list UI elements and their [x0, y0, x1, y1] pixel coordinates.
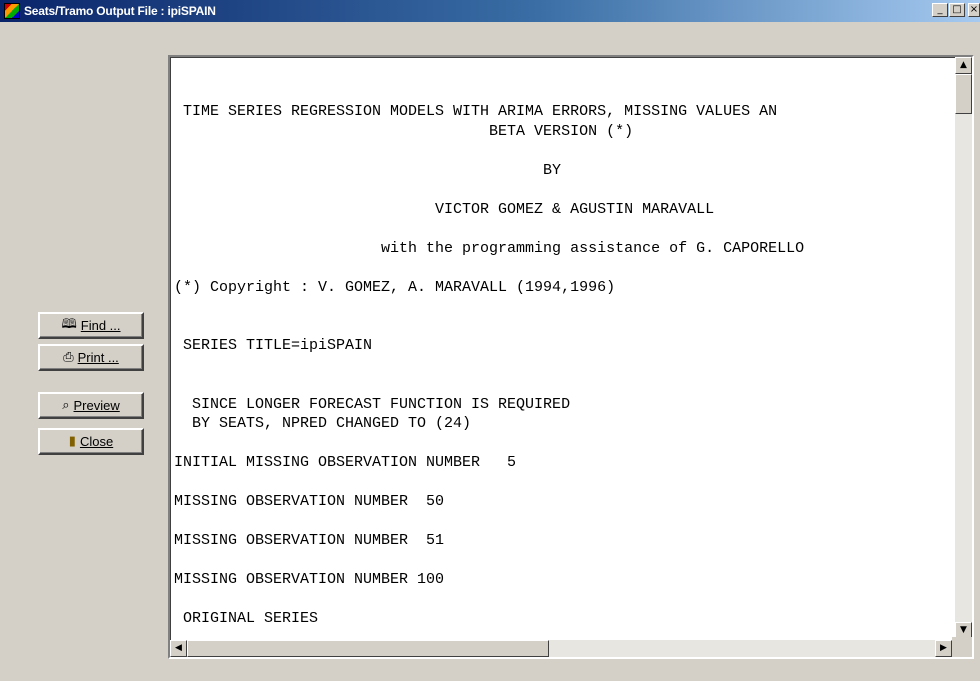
print-button[interactable]: ⎙ Print ... — [38, 344, 144, 371]
horizontal-scrollbar[interactable]: ◀ ▶ — [170, 640, 952, 657]
find-button-label: Find ... — [80, 318, 121, 333]
output-line: MISSING OBSERVATION NUMBER 50 — [174, 493, 445, 510]
app-icon — [4, 3, 20, 19]
close-button-label: Close — [79, 434, 114, 449]
output-text: TIME SERIES REGRESSION MODELS WITH ARIMA… — [170, 57, 946, 629]
output-line: BY SEATS, NPRED CHANGED TO (24) — [174, 415, 472, 432]
door-icon: ▮ — [68, 434, 76, 449]
maximize-button[interactable]: □ — [949, 3, 965, 17]
output-line: ORIGINAL SERIES — [174, 610, 319, 627]
scrollbar-corner — [952, 637, 972, 657]
printer-icon: ⎙ — [63, 350, 74, 365]
window-title: Seats/Tramo Output File : ipiSPAIN — [24, 4, 216, 18]
preview-icon: ⌕ — [62, 398, 70, 413]
output-line: INITIAL MISSING OBSERVATION NUMBER 5 — [174, 454, 517, 471]
output-line: with the programming assistance of G. CA… — [174, 239, 805, 257]
preview-button-label: Preview — [73, 398, 120, 413]
output-line: MISSING OBSERVATION NUMBER 51 — [174, 532, 445, 549]
output-line: MISSING OBSERVATION NUMBER 100 — [174, 571, 445, 588]
output-line: (*) Copyright : V. GOMEZ, A. MARAVALL (1… — [174, 278, 616, 296]
vertical-scroll-thumb[interactable] — [955, 74, 972, 114]
scroll-up-button[interactable]: ▲ — [955, 57, 972, 74]
binoculars-icon: 🕮 — [61, 316, 77, 332]
output-line: TIME SERIES REGRESSION MODELS WITH ARIMA… — [174, 103, 778, 120]
scroll-left-button[interactable]: ◀ — [170, 640, 187, 657]
output-line: VICTOR GOMEZ & AGUSTIN MARAVALL — [174, 200, 715, 218]
minimize-button[interactable]: _ — [932, 3, 948, 17]
output-text-panel[interactable]: TIME SERIES REGRESSION MODELS WITH ARIMA… — [168, 55, 974, 659]
scroll-right-button[interactable]: ▶ — [935, 640, 952, 657]
close-button[interactable]: ▮ Close — [38, 428, 144, 455]
output-line: SERIES TITLE=ipiSPAIN — [174, 337, 373, 354]
close-window-button[interactable]: × — [968, 3, 980, 17]
window-controls: _ □ × — [931, 3, 980, 17]
output-line: SINCE LONGER FORECAST FUNCTION IS REQUIR… — [174, 395, 571, 413]
output-line: BETA VERSION (*) — [174, 122, 634, 140]
output-line: BY — [174, 161, 562, 179]
print-button-label: Print ... — [77, 350, 119, 365]
find-button[interactable]: 🕮 Find ... — [38, 312, 144, 339]
preview-button[interactable]: ⌕ Preview — [38, 392, 144, 419]
vertical-scrollbar[interactable]: ▲ ▼ — [955, 57, 972, 639]
title-bar[interactable]: Seats/Tramo Output File : ipiSPAIN _ □ × — [0, 0, 980, 22]
horizontal-scroll-thumb[interactable] — [187, 640, 549, 657]
